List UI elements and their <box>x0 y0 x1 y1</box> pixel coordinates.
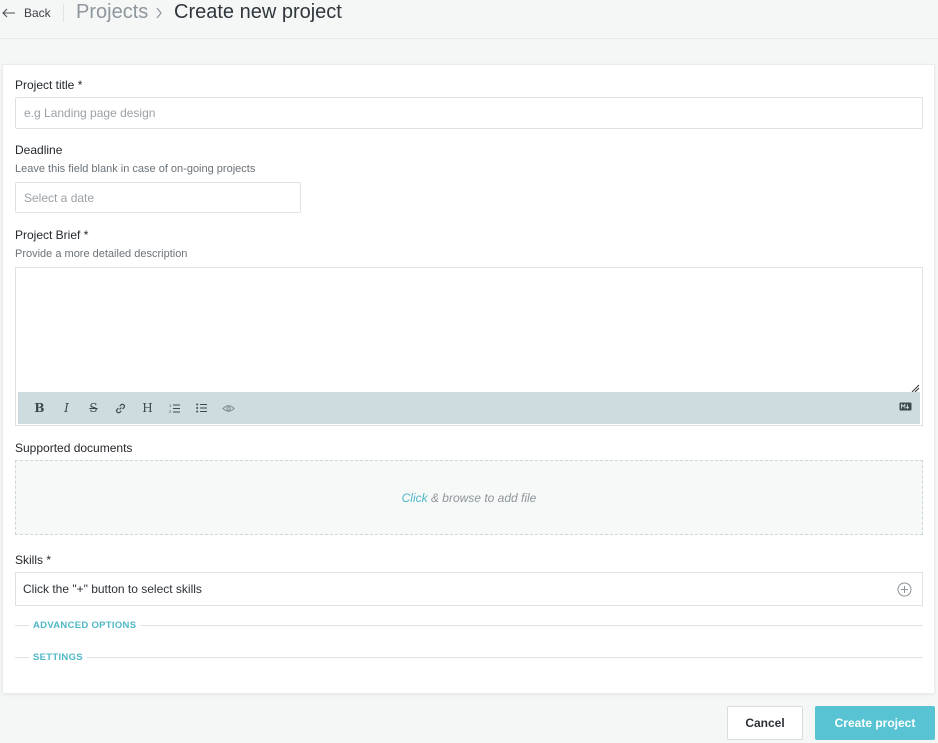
top-bar: Back Projects Create new project <box>0 0 938 39</box>
divider <box>140 624 923 626</box>
supported-documents-label: Supported documents <box>15 441 133 455</box>
skills-label: Skills * <box>15 553 52 567</box>
back-label: Back <box>24 6 51 20</box>
project-form-card: Project title * Deadline Leave this fiel… <box>2 64 935 694</box>
back-button[interactable]: Back <box>2 4 51 22</box>
dropzone-rest-text: & browse to add file <box>427 490 537 505</box>
markdown-icon[interactable] <box>899 398 912 416</box>
divider <box>15 656 29 658</box>
deadline-label: Deadline <box>15 143 63 157</box>
advanced-options-label: ADVANCED OPTIONS <box>33 619 137 631</box>
settings-toggle[interactable]: SETTINGS <box>15 650 923 664</box>
advanced-options-toggle[interactable]: ADVANCED OPTIONS <box>15 618 923 632</box>
project-brief-hint: Provide a more detailed description <box>15 248 188 260</box>
heading-icon[interactable]: H <box>134 397 161 419</box>
svg-text:2: 2 <box>169 409 172 414</box>
skills-field: Click the "+" button to select skills <box>15 572 923 606</box>
file-dropzone[interactable]: Click & browse to add file <box>15 460 923 535</box>
project-title-label: Project title * <box>15 78 83 92</box>
svg-text:1: 1 <box>169 403 172 408</box>
strikethrough-icon[interactable]: S <box>80 397 107 419</box>
deadline-date-input[interactable] <box>15 182 301 213</box>
project-title-input[interactable] <box>15 97 923 129</box>
breadcrumb-projects[interactable]: Projects <box>76 1 148 24</box>
divider <box>86 656 923 658</box>
editor-toolbar: B I S H 12 <box>18 392 920 424</box>
project-brief-editor: B I S H 12 <box>15 267 923 426</box>
link-icon[interactable] <box>107 397 134 419</box>
cancel-button[interactable]: Cancel <box>727 706 803 740</box>
chevron-right-icon <box>155 6 163 24</box>
project-brief-textarea[interactable] <box>16 268 922 392</box>
settings-label: SETTINGS <box>33 651 83 663</box>
page-title: Create new project <box>174 1 342 23</box>
dropzone-click-text[interactable]: Click <box>402 491 428 505</box>
arrow-left-icon <box>2 8 16 18</box>
unordered-list-icon[interactable] <box>188 397 215 419</box>
divider <box>15 624 29 626</box>
preview-eye-icon[interactable] <box>215 397 242 419</box>
add-skill-plus-icon[interactable] <box>897 582 912 600</box>
skills-placeholder: Click the "+" button to select skills <box>23 582 202 596</box>
italic-icon[interactable]: I <box>53 397 80 419</box>
ordered-list-icon[interactable]: 12 <box>161 397 188 419</box>
deadline-hint: Leave this field blank in case of on-goi… <box>15 163 256 175</box>
project-brief-label: Project Brief * <box>15 228 89 242</box>
bold-icon[interactable]: B <box>26 397 53 419</box>
create-project-button[interactable]: Create project <box>815 706 935 740</box>
divider <box>63 4 64 22</box>
